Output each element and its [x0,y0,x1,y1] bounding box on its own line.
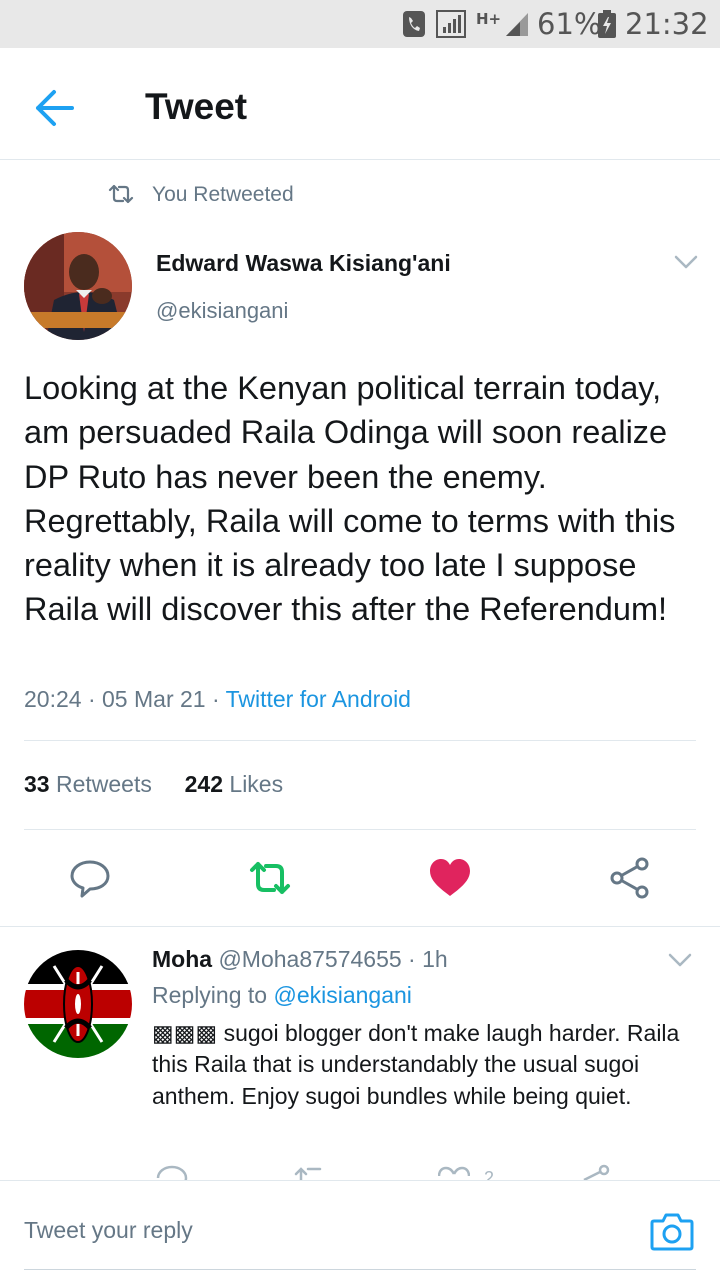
tweet-source-link[interactable]: Twitter for Android [226,686,411,712]
back-arrow-icon [36,90,74,126]
signal-icon [436,10,466,38]
status-bar: H+ 61% 21:32 [0,0,720,48]
cellular-signal-icon [506,13,528,36]
back-button[interactable] [24,78,84,138]
divider [0,926,720,927]
share-icon[interactable] [580,1164,612,1180]
reply-icon[interactable] [156,1164,188,1180]
reply-like-count: 2 [484,1168,495,1180]
share-button[interactable] [608,856,652,900]
chevron-down-icon[interactable] [666,950,694,970]
author-name[interactable]: Edward Waswa Kisiang'ani [156,250,451,277]
tweet-timestamp: 20:24 · 05 Mar 21 · Twitter for Android [24,686,411,712]
tweet-date: 05 Mar 21 [102,686,206,712]
reply-author-avatar[interactable] [24,950,132,1058]
retweet-icon[interactable] [294,1166,328,1180]
retweet-button[interactable] [248,856,292,900]
retweets-label: Retweets [55,771,152,797]
reply-age: 1h [422,946,448,972]
reply-input[interactable]: Tweet your reply [24,1217,193,1244]
battery-icon [598,10,616,38]
reply-text: ▩▩▩ sugoi blogger don't make laugh harde… [152,1020,680,1109]
heart-icon[interactable] [438,1166,470,1180]
reply-action-bar: 2 [0,1160,720,1180]
tweet-time: 20:24 [24,686,82,712]
heart-icon [430,859,470,896]
retweets-count: 33 [24,771,50,797]
page-title: Tweet [145,86,248,127]
reply-author-name[interactable]: Moha [152,946,212,972]
replying-to-label: Replying to [152,982,268,1008]
replying-to: Replying to @ekisiangani [152,982,412,1009]
chevron-down-icon[interactable] [672,252,700,272]
kenya-flag-image [24,950,132,1058]
divider [24,829,696,830]
retweet-icon [250,862,290,894]
share-icon [610,857,649,899]
tweet-text: Looking at the Kenyan political terrain … [24,370,676,628]
retweets-stat[interactable]: 33 Retweets [24,771,152,797]
divider [24,740,696,741]
battery-percent: 61% [537,7,602,41]
author-photo [24,232,132,340]
likes-stat[interactable]: 242 Likes [185,771,283,797]
network-type: H+ [476,10,502,28]
author-avatar[interactable] [24,232,132,340]
retweet-label: You Retweeted [152,183,294,206]
camera-button[interactable] [650,1211,694,1251]
reply-icon [70,860,110,898]
retweet-icon [108,184,134,204]
like-button[interactable] [428,856,472,900]
author-handle[interactable]: @ekisiangani [156,298,288,324]
engagement-counts: 33 Retweets 242 Likes [24,771,283,798]
likes-label: Likes [229,771,284,797]
composer-underline [24,1269,696,1270]
reply-button[interactable] [68,856,112,900]
camera-icon [650,1213,694,1251]
replying-to-handle[interactable]: @ekisiangani [273,982,411,1008]
reply-composer: Tweet your reply [0,1180,720,1280]
likes-count: 242 [184,771,224,797]
reply-author-handle[interactable]: @Moha87574655 [218,946,401,972]
app-bar: Tweet [0,48,720,160]
phone-icon [403,11,425,37]
reply-header: Moha @Moha87574655 · 1h [152,946,448,972]
clock: 21:32 [625,7,709,41]
